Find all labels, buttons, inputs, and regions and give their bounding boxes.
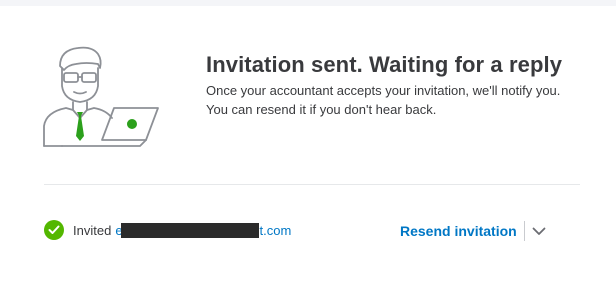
check-circle-icon	[44, 220, 64, 240]
invite-status-row: Invited e t.com	[44, 218, 291, 242]
redaction-block	[120, 222, 259, 238]
divider	[44, 184, 580, 185]
email-suffix: t.com	[259, 222, 292, 238]
chevron-down-icon[interactable]	[531, 223, 547, 239]
invited-label: Invited	[73, 222, 112, 238]
accountant-illustration	[43, 46, 159, 147]
description-line-2: You can resend it if you don't hear back…	[206, 102, 437, 117]
description: Once your accountant accepts your invita…	[206, 81, 586, 119]
resend-invitation-button[interactable]: Resend invitation	[400, 223, 517, 239]
resend-actions: Resend invitation	[400, 220, 547, 242]
description-line-1: Once your accountant accepts your invita…	[206, 83, 561, 98]
invited-email: e t.com	[115, 222, 292, 238]
page-title: Invitation sent. Waiting for a reply	[206, 52, 563, 77]
split-divider	[523, 221, 525, 241]
top-band	[0, 0, 616, 6]
